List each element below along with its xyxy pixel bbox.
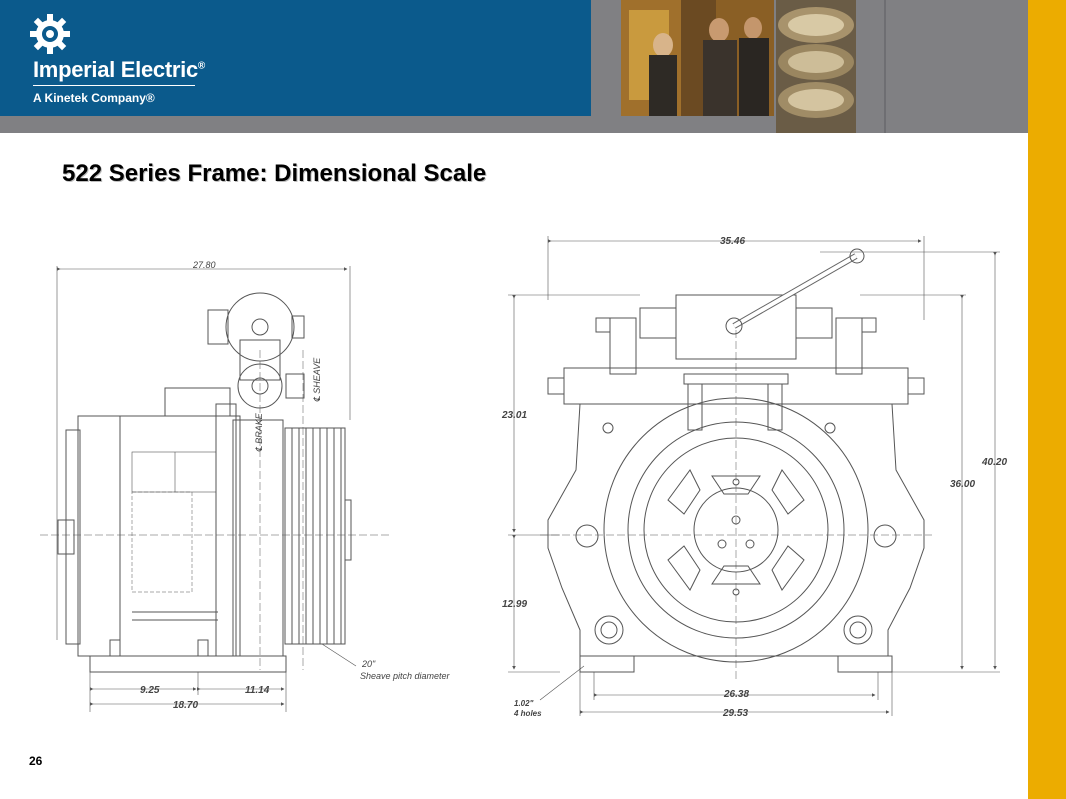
sheave-pitch-label: Sheave pitch diameter (360, 671, 451, 681)
front-overall-width: 35.46 (720, 236, 745, 247)
front-base-width: 29.53 (722, 708, 748, 719)
front-total-height: 40.20 (981, 457, 1007, 468)
brake-centerline-label: ℄ BRAKE (254, 412, 264, 452)
side-base-right-dim: 11.14 (245, 685, 270, 696)
front-upper-height: 23.01 (501, 410, 527, 421)
front-body-height: 36.00 (950, 479, 975, 490)
side-overall-width: 27.80 (192, 260, 216, 270)
side-base-left-dim: 9.25 (140, 685, 160, 696)
side-base-total-dim: 18.70 (173, 700, 198, 711)
front-hole-spacing: 26.38 (723, 689, 749, 700)
sheave-centerline-label: ℄ SHEAVE (312, 357, 322, 402)
front-view-drawing (508, 236, 1000, 716)
accent-side-bar (1028, 0, 1066, 799)
side-view-drawing (40, 266, 390, 712)
sheave-pitch-value: 20" (361, 659, 376, 669)
dimensional-drawing: 27.80 9.25 11.14 18.70 ℄ SHEAVE ℄ BRAKE … (40, 236, 1007, 719)
front-hole-size: 1.02" (514, 699, 534, 708)
front-lower-height: 12.99 (502, 599, 527, 610)
page-number: 26 (29, 754, 43, 768)
front-hole-count: 4 holes (513, 709, 542, 718)
